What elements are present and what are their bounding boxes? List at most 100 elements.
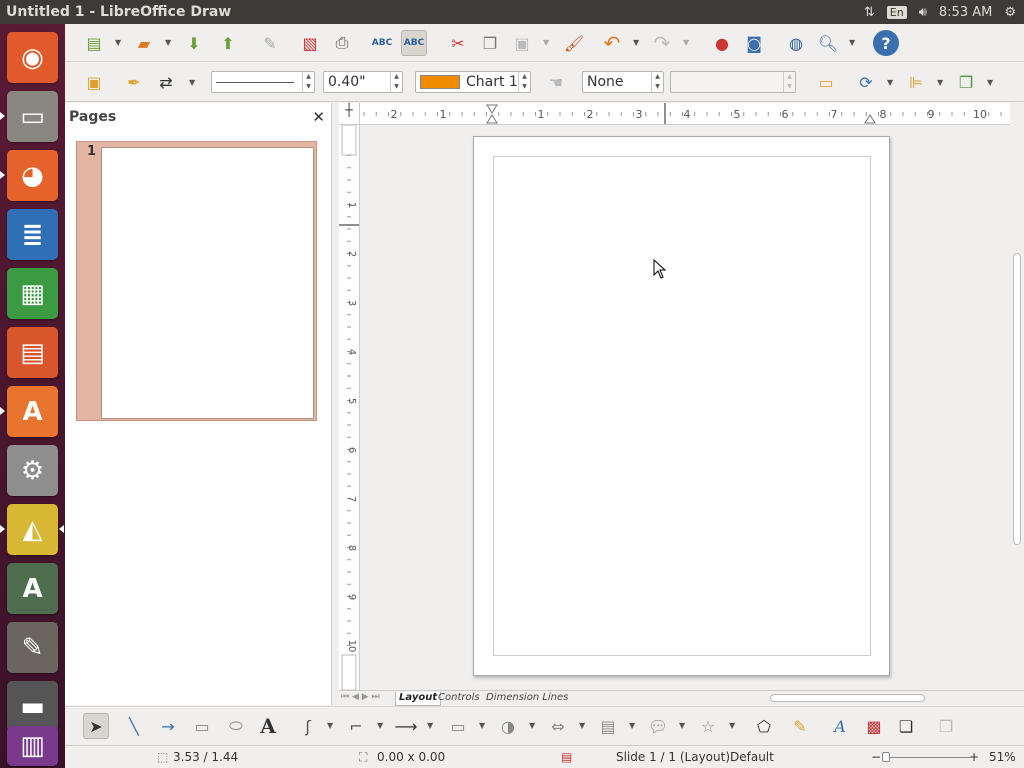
chart-icon[interactable]: ●	[709, 30, 735, 56]
auto-spellcheck-icon[interactable]: ABC	[401, 30, 427, 56]
glue-points-icon[interactable]: ✎	[787, 713, 813, 739]
stars-icon[interactable]: ☆	[695, 713, 721, 739]
rectangle-tool-icon[interactable]: ▭	[189, 713, 215, 739]
export-icon[interactable]: ⬆	[215, 30, 241, 56]
launcher-draw[interactable]: ◭	[7, 504, 58, 555]
launcher-impress[interactable]: ▤	[7, 327, 58, 378]
transparency-hand-icon[interactable]: ☚	[543, 69, 569, 95]
zoom-icon[interactable]: 🔍︎	[815, 30, 841, 56]
image-icon[interactable]: ◙	[741, 30, 767, 56]
edit-file-icon[interactable]: ✎	[257, 30, 283, 56]
line-pen-icon[interactable]: ✒	[121, 69, 147, 95]
chevron-down-icon[interactable]: ▼	[683, 38, 689, 47]
launcher-gimp[interactable]: ✎	[7, 622, 58, 673]
callouts-icon[interactable]: 💬︎	[645, 713, 671, 739]
page-thumbnail-preview[interactable]	[101, 147, 314, 419]
curve-tool-icon[interactable]: ʃ	[295, 713, 321, 739]
basic-shapes-icon[interactable]: ▭	[445, 713, 471, 739]
chevron-down-icon[interactable]: ▼	[427, 721, 433, 730]
launcher-drive[interactable]: ▬	[7, 681, 58, 732]
line-width-field[interactable]: 0.40" ▲ ▼	[323, 71, 403, 93]
fontwork-icon[interactable]: A	[827, 713, 853, 739]
flowchart-icon[interactable]: ▤	[595, 713, 621, 739]
block-arrows-icon[interactable]: ⇔	[545, 713, 571, 739]
lines-arrows-icon[interactable]: ⟶	[393, 713, 419, 739]
drawing-page[interactable]	[473, 136, 890, 676]
page-thumbnail-selected[interactable]: 1	[76, 141, 317, 421]
drawing-canvas[interactable]	[361, 126, 1010, 690]
copy-icon[interactable]: ❐	[477, 30, 503, 56]
launcher-writer[interactable]: ≣	[7, 209, 58, 260]
zoom-level[interactable]: 51%	[989, 750, 1016, 764]
vertical-scrollbar-thumb[interactable]	[1013, 253, 1021, 545]
shadow-effects-icon[interactable]: ❐	[933, 713, 959, 739]
close-icon[interactable]: ✕	[312, 108, 325, 126]
line-style-select[interactable]: ▲ ▼	[211, 71, 315, 93]
shadow-box-icon[interactable]: ▭	[813, 69, 839, 95]
line-tool-icon[interactable]: ╲	[121, 713, 147, 739]
select-master-icon[interactable]: ▣	[81, 69, 107, 95]
launcher-software-updater[interactable]: A	[7, 563, 58, 614]
export-pdf-icon[interactable]: ▧	[297, 30, 323, 56]
chevron-down-icon[interactable]: ▼	[189, 78, 195, 87]
vertical-ruler[interactable]: 1 2 3 4 5 6 7 8 9 10	[339, 125, 360, 690]
chevron-down-icon[interactable]: ▼	[987, 78, 993, 87]
arrow-style-icon[interactable]: ⇄	[153, 69, 179, 95]
chevron-down-icon[interactable]: ▼	[543, 38, 549, 47]
toggle-extrusion-icon[interactable]: ❏	[893, 713, 919, 739]
transparency-field[interactable]: ▲ ▼	[670, 71, 796, 93]
cut-scissors-icon[interactable]: ✂	[445, 30, 471, 56]
zoom-in-button[interactable]: +	[969, 750, 979, 764]
tab-navigation-arrows-icon[interactable]: ⏮ ◀ ▶ ⏭	[341, 692, 380, 702]
chevron-down-icon[interactable]: ▼	[165, 38, 171, 47]
chevron-down-icon[interactable]: ▼	[633, 38, 639, 47]
horizontal-scrollbar[interactable]	[690, 692, 1010, 704]
tab-dimension-lines[interactable]: Dimension Lines	[483, 692, 571, 706]
tab-controls[interactable]: Controls	[435, 692, 483, 706]
chevron-down-icon[interactable]: ▼	[579, 721, 585, 730]
spelling-icon[interactable]: ABC	[369, 30, 395, 56]
select-pointer-icon[interactable]: ➤	[83, 713, 109, 739]
launcher-calc[interactable]: ▦	[7, 268, 58, 319]
pane-splitter[interactable]	[332, 103, 339, 705]
navigator-icon[interactable]: ◍	[783, 30, 809, 56]
ellipse-tool-icon[interactable]: ⬭	[223, 713, 249, 739]
line-width-spinner[interactable]: ▲ ▼	[390, 72, 402, 92]
horizontal-scrollbar-thumb[interactable]	[770, 694, 925, 702]
undo-icon[interactable]: ↶	[599, 30, 625, 56]
zoom-slider-handle[interactable]	[882, 752, 890, 762]
launcher-software-center[interactable]: A	[7, 386, 58, 437]
chevron-down-icon[interactable]: ▼	[937, 78, 943, 87]
chevron-down-icon[interactable]: ▼	[679, 721, 685, 730]
help-icon[interactable]: ?	[873, 30, 899, 56]
new-document-icon[interactable]: ▤	[81, 30, 107, 56]
text-tool-icon[interactable]: A	[255, 713, 281, 739]
paste-icon[interactable]: ▣	[509, 30, 535, 56]
volume-icon[interactable]: 🔊︎	[919, 5, 927, 20]
launcher-workspaces[interactable]: ▥	[7, 726, 58, 766]
launcher-firefox[interactable]: ◕	[7, 150, 58, 201]
insert-image-icon[interactable]: ▩	[861, 713, 887, 739]
clone-formatting-brush-icon[interactable]: 🖌︎	[561, 30, 587, 56]
chevron-down-icon[interactable]: ▼	[629, 721, 635, 730]
zoom-out-button[interactable]: −	[871, 750, 881, 764]
shadow-select[interactable]: None ▲ ▼	[582, 71, 664, 93]
fill-color-spinner[interactable]: ▲ ▼	[518, 72, 530, 92]
network-icon[interactable]: ⇅	[864, 5, 875, 20]
chevron-down-icon[interactable]: ▼	[479, 721, 485, 730]
left-indent-marker[interactable]	[486, 104, 498, 114]
rotate-icon[interactable]: ⟳	[853, 69, 879, 95]
clock[interactable]: 8:53 AM	[939, 5, 992, 20]
points-edit-icon[interactable]: ⬠	[751, 713, 777, 739]
arrange-icon[interactable]: ❐	[953, 69, 979, 95]
document-modified-icon[interactable]: ▤	[561, 750, 572, 764]
horizontal-ruler[interactable]: 2 1 1 2 3 4 5 6 7 8 9 10	[360, 103, 1010, 125]
chevron-down-icon[interactable]: ▼	[327, 721, 333, 730]
chevron-down-icon[interactable]: ▼	[849, 38, 855, 47]
chevron-down-icon[interactable]: ▼	[377, 721, 383, 730]
first-line-indent-marker[interactable]	[486, 114, 498, 124]
shadow-spinner[interactable]: ▲ ▼	[651, 72, 663, 92]
save-icon[interactable]: ⬇	[181, 30, 207, 56]
symbol-shapes-icon[interactable]: ◑	[495, 713, 521, 739]
launcher-ubuntu-dash[interactable]: ◉	[7, 32, 58, 83]
